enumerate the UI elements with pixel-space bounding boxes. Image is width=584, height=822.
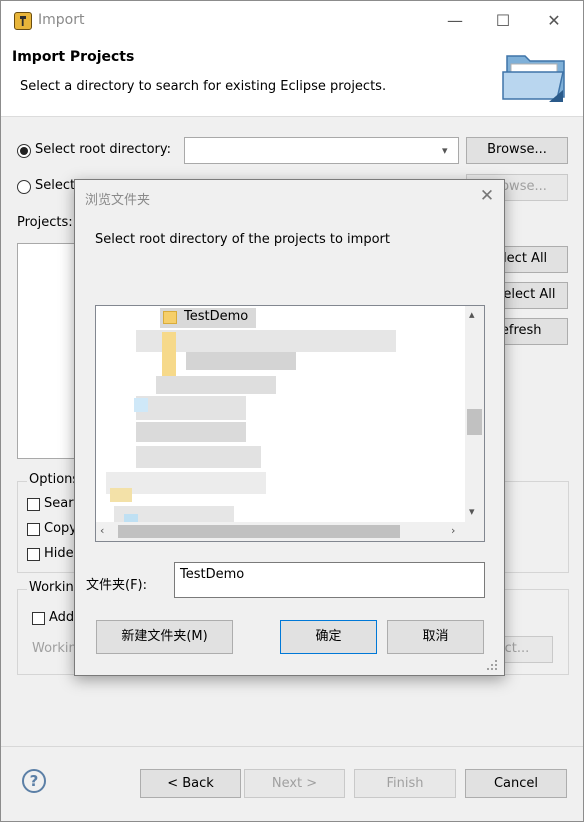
obscured-tree-row[interactable]	[136, 446, 261, 468]
root-directory-radio[interactable]	[17, 144, 31, 158]
add-working-set-label: Add	[49, 610, 75, 625]
finish-button[interactable]: Finish	[354, 769, 456, 798]
root-directory-combo[interactable]: ▾	[184, 137, 459, 164]
obscured-tree-row[interactable]	[136, 396, 246, 420]
archive-file-radio[interactable]	[17, 180, 31, 194]
back-button[interactable]: < Back	[140, 769, 241, 798]
tree-horizontal-scrollbar[interactable]: ‹ ›	[96, 522, 484, 541]
title-bar[interactable]: Import — ☐ ✕	[1, 1, 583, 41]
help-icon[interactable]: ?	[22, 769, 46, 793]
copy-projects-checkbox[interactable]	[27, 523, 40, 536]
dialog-cancel-button[interactable]: 取消	[387, 620, 484, 654]
cancel-button[interactable]: Cancel	[465, 769, 567, 798]
horizontal-scroll-thumb[interactable]	[118, 525, 400, 538]
scroll-down-icon[interactable]: ▾	[469, 505, 475, 518]
tree-vertical-scrollbar[interactable]: ▴ ▾	[465, 306, 484, 523]
search-nested-checkbox[interactable]	[27, 498, 40, 511]
dialog-title: 浏览文件夹	[85, 193, 151, 208]
add-working-set-checkbox[interactable]	[32, 612, 45, 625]
scroll-right-icon[interactable]: ›	[451, 524, 455, 537]
next-button[interactable]: Next >	[244, 769, 345, 798]
eclipse-app-icon	[14, 12, 32, 30]
ok-button[interactable]: 确定	[280, 620, 377, 654]
footer-separator	[1, 746, 583, 747]
obscured-tree-row[interactable]	[136, 422, 246, 442]
folder-name-input[interactable]: TestDemo	[174, 562, 485, 598]
projects-label: Projects:	[17, 215, 73, 230]
maximize-icon[interactable]: ☐	[489, 9, 517, 33]
obscured-tree-row[interactable]	[156, 376, 276, 394]
drive-icon	[134, 398, 148, 412]
root-directory-label: Select root directory:	[35, 142, 172, 157]
resize-grip-icon[interactable]	[485, 658, 499, 672]
page-title: Import Projects	[12, 49, 135, 65]
scroll-left-icon[interactable]: ‹	[100, 524, 104, 537]
new-folder-button[interactable]: 新建文件夹(M)	[96, 620, 233, 654]
scroll-up-icon[interactable]: ▴	[469, 308, 475, 321]
page-description: Select a directory to search for existin…	[20, 79, 387, 94]
obscured-tree-row[interactable]	[186, 352, 296, 370]
folder-field-label: 文件夹(F):	[86, 578, 148, 593]
dialog-description: Select root directory of the projects to…	[95, 232, 390, 247]
close-icon[interactable]: ✕	[540, 9, 568, 33]
folder-icon	[110, 488, 132, 502]
folder-wizard-icon	[502, 55, 565, 102]
hide-existing-checkbox[interactable]	[27, 548, 40, 561]
archive-file-label: Select	[35, 178, 76, 193]
browse-folder-dialog: 浏览文件夹 ✕ Select root directory of the pro…	[74, 179, 505, 676]
folder-icon	[163, 311, 177, 324]
vertical-scroll-thumb[interactable]	[467, 409, 482, 435]
tree-selected-label[interactable]: TestDemo	[184, 309, 248, 324]
hide-existing-label: Hide	[44, 546, 74, 561]
browse-button[interactable]: Browse...	[466, 137, 568, 164]
minimize-icon[interactable]: —	[441, 9, 469, 33]
chevron-down-icon[interactable]: ▾	[442, 144, 448, 157]
dialog-close-icon[interactable]: ✕	[475, 184, 499, 208]
copy-projects-label: Copy	[44, 521, 77, 536]
window-title: Import	[38, 12, 85, 28]
folder-tree[interactable]: TestDemo ▴ ▾ ‹ ›	[95, 305, 485, 542]
